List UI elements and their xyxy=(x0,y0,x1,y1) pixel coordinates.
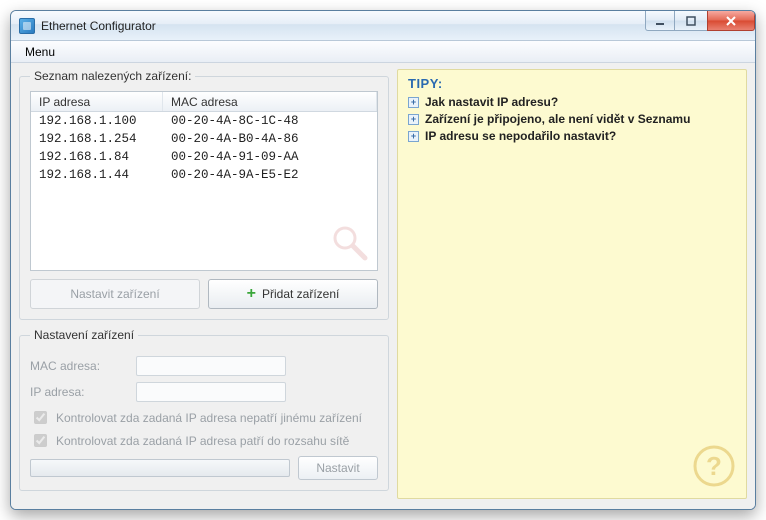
cell-mac: 00-20-4A-8C-1C-48 xyxy=(163,113,377,129)
cell-mac: 00-20-4A-91-09-AA xyxy=(163,149,377,165)
cell-mac: 00-20-4A-9A-E5-E2 xyxy=(163,167,377,183)
column-header-mac[interactable]: MAC adresa xyxy=(163,92,377,111)
tip-item[interactable]: + IP adresu se nepodařilo nastavit? xyxy=(408,129,736,143)
tip-label: Zařízení je připojeno, ale není vidět v … xyxy=(425,112,690,126)
column-header-ip[interactable]: IP adresa xyxy=(31,92,163,111)
tip-item[interactable]: + Jak nastavit IP adresu? xyxy=(408,95,736,109)
mac-label: MAC adresa: xyxy=(30,359,130,373)
check-range-row: Kontrolovat zda zadaná IP adresa patří d… xyxy=(30,431,378,450)
cell-ip: 192.168.1.84 xyxy=(31,149,163,165)
device-buttons-row: Nastavit zařízení + Přidat zařízení xyxy=(30,279,378,309)
minimize-button[interactable] xyxy=(645,11,675,31)
device-listview[interactable]: IP adresa MAC adresa 192.168.1.100 00-20… xyxy=(30,91,378,271)
mac-row: MAC adresa: xyxy=(30,356,378,376)
window-controls xyxy=(646,11,755,31)
device-settings-panel: Nastavení zařízení MAC adresa: IP adresa… xyxy=(19,328,389,491)
tip-item[interactable]: + Zařízení je připojeno, ale není vidět … xyxy=(408,112,736,126)
window-title: Ethernet Configurator xyxy=(41,19,156,33)
help-icon: ? xyxy=(692,444,736,488)
tip-label: Jak nastavit IP adresu? xyxy=(425,95,558,109)
table-row[interactable]: 192.168.1.254 00-20-4A-B0-4A-86 xyxy=(31,130,377,148)
app-icon xyxy=(19,18,35,34)
cell-ip: 192.168.1.254 xyxy=(31,131,163,147)
app-window: Ethernet Configurator Menu Seznam naleze… xyxy=(10,10,756,510)
ip-input[interactable] xyxy=(136,382,286,402)
tips-title: TIPY: xyxy=(408,76,736,91)
close-button[interactable] xyxy=(707,11,755,31)
maximize-button[interactable] xyxy=(674,11,708,31)
device-list-title: Seznam nalezených zařízení: xyxy=(30,69,195,83)
cell-ip: 192.168.1.100 xyxy=(31,113,163,129)
ip-row: IP adresa: xyxy=(30,382,378,402)
configure-device-button[interactable]: Nastavit zařízení xyxy=(30,279,200,309)
listview-body: 192.168.1.100 00-20-4A-8C-1C-48 192.168.… xyxy=(31,112,377,184)
listview-header[interactable]: IP adresa MAC adresa xyxy=(31,92,377,112)
add-device-label: Přidat zařízení xyxy=(262,287,339,301)
check-range-checkbox[interactable] xyxy=(34,434,47,447)
cell-ip: 192.168.1.44 xyxy=(31,167,163,183)
ip-label: IP adresa: xyxy=(30,385,130,399)
left-pane: Seznam nalezených zařízení: IP adresa MA… xyxy=(19,69,389,499)
check-conflict-label: Kontrolovat zda zadaná IP adresa nepatří… xyxy=(56,411,362,425)
titlebar[interactable]: Ethernet Configurator xyxy=(11,11,755,41)
plus-icon: + xyxy=(247,286,256,302)
menubar: Menu xyxy=(11,41,755,63)
table-row[interactable]: 192.168.1.100 00-20-4A-8C-1C-48 xyxy=(31,112,377,130)
check-range-label: Kontrolovat zda zadaná IP adresa patří d… xyxy=(56,434,349,448)
device-list-panel: Seznam nalezených zařízení: IP adresa MA… xyxy=(19,69,389,320)
expand-icon[interactable]: + xyxy=(408,97,419,108)
check-conflict-row: Kontrolovat zda zadaná IP adresa nepatří… xyxy=(30,408,378,427)
svg-text:?: ? xyxy=(706,451,722,481)
cell-mac: 00-20-4A-B0-4A-86 xyxy=(163,131,377,147)
expand-icon[interactable]: + xyxy=(408,131,419,142)
settings-bottom-row: Nastavit xyxy=(30,456,378,480)
table-row[interactable]: 192.168.1.44 00-20-4A-9A-E5-E2 xyxy=(31,166,377,184)
magnifier-icon xyxy=(329,222,369,262)
table-row[interactable]: 192.168.1.84 00-20-4A-91-09-AA xyxy=(31,148,377,166)
apply-button-label: Nastavit xyxy=(316,461,359,475)
add-device-button[interactable]: + Přidat zařízení xyxy=(208,279,378,309)
settings-title: Nastavení zařízení xyxy=(30,328,138,342)
check-conflict-checkbox[interactable] xyxy=(34,411,47,424)
progress-bar xyxy=(30,459,290,477)
tip-label: IP adresu se nepodařilo nastavit? xyxy=(425,129,616,143)
apply-button[interactable]: Nastavit xyxy=(298,456,378,480)
menu-item-menu[interactable]: Menu xyxy=(17,43,63,61)
right-pane: TIPY: + Jak nastavit IP adresu? + Zaříze… xyxy=(397,69,747,499)
tips-panel: TIPY: + Jak nastavit IP adresu? + Zaříze… xyxy=(397,69,747,499)
mac-input[interactable] xyxy=(136,356,286,376)
expand-icon[interactable]: + xyxy=(408,114,419,125)
content-area: Seznam nalezených zařízení: IP adresa MA… xyxy=(11,63,755,509)
configure-device-label: Nastavit zařízení xyxy=(70,287,159,301)
